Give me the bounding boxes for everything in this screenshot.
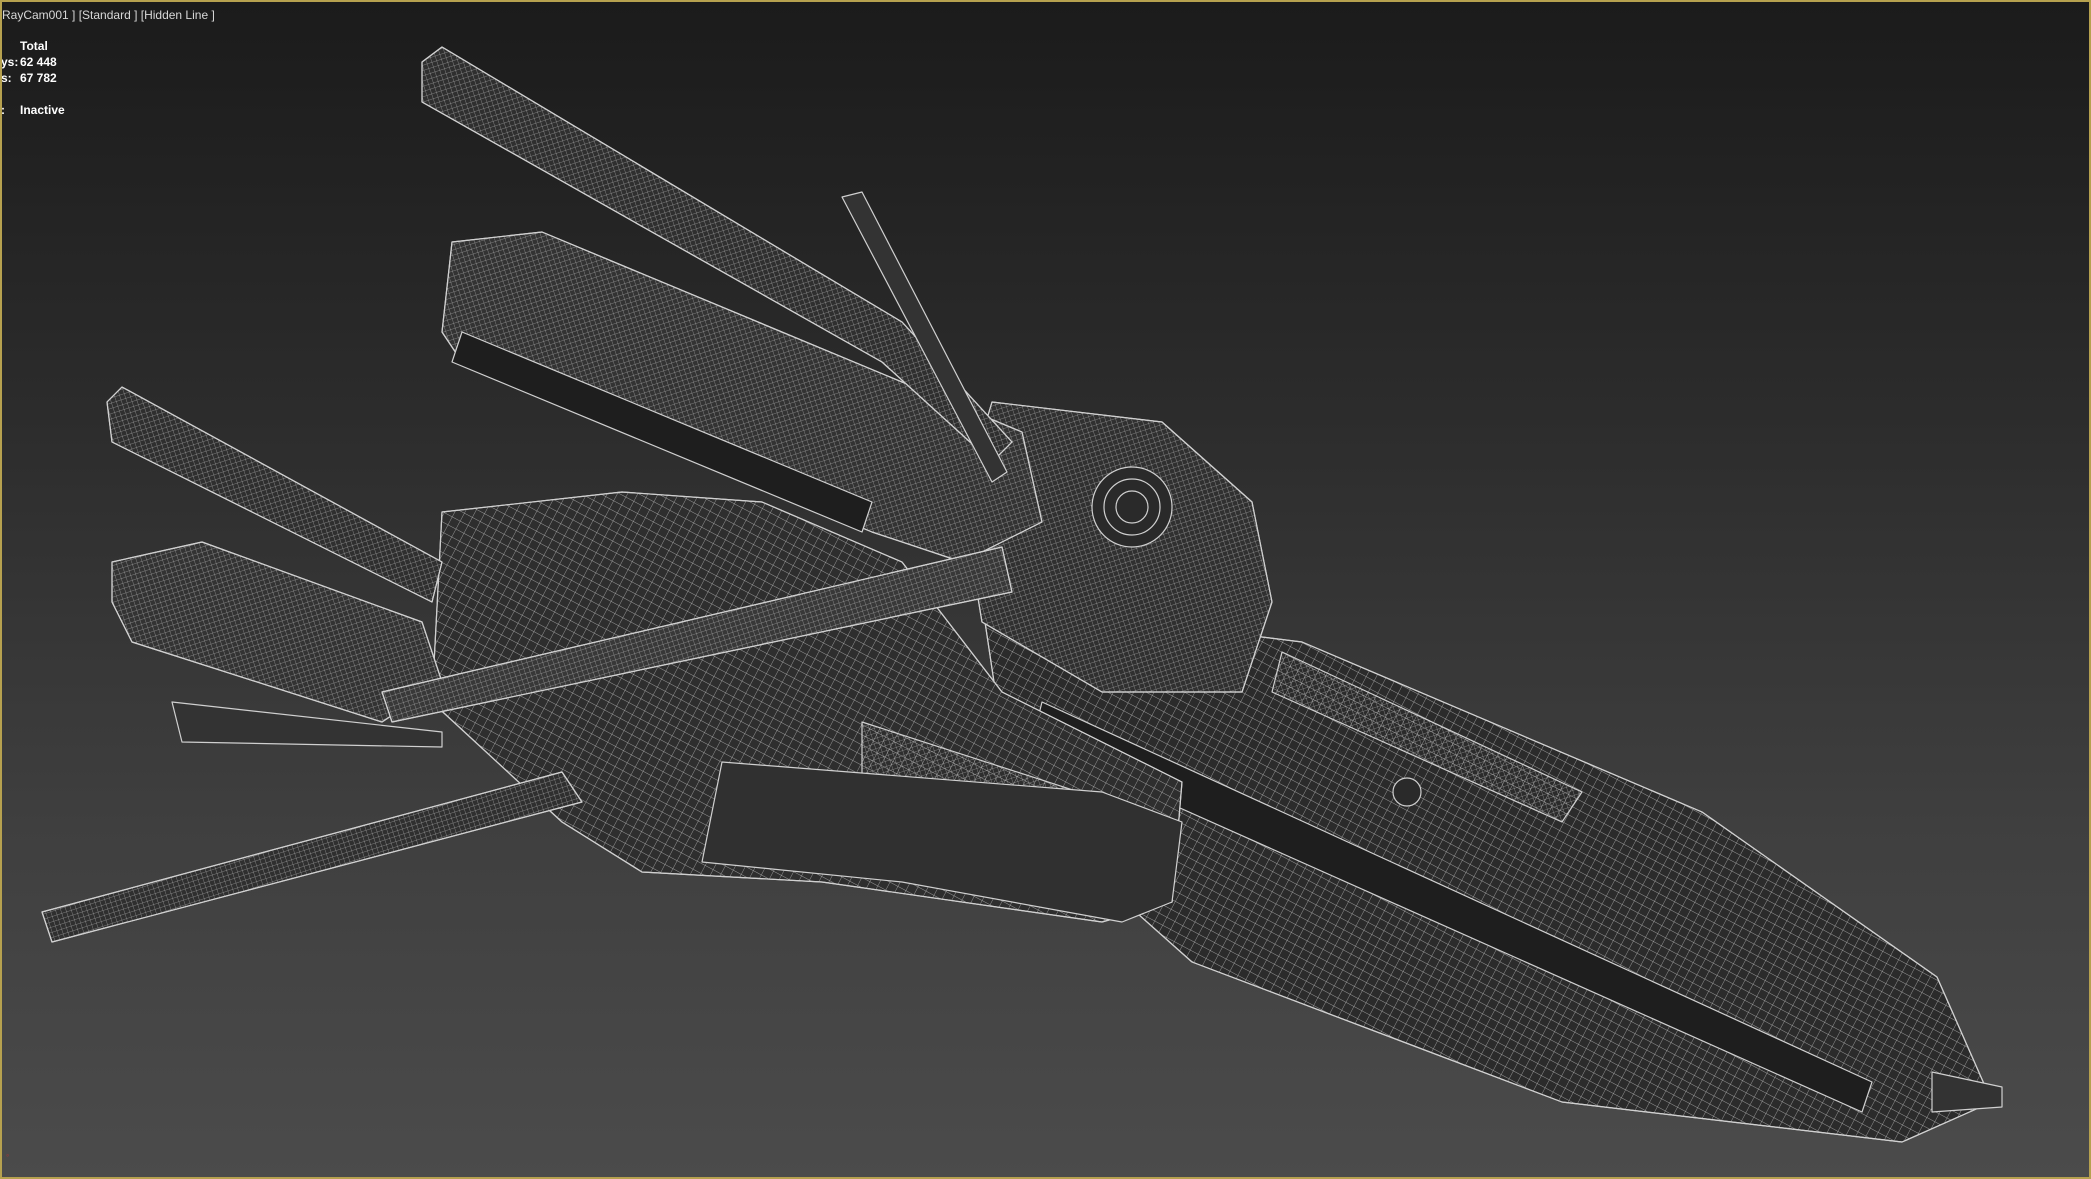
fps-value: Inactive	[20, 103, 65, 117]
polys-key: ys:	[1, 55, 19, 69]
fps-key: :	[1, 103, 5, 117]
polys-value: 62 448	[20, 55, 57, 69]
verts-key: s:	[1, 71, 12, 85]
spaceship-wireframe-model	[41, 46, 2003, 1143]
viewport-label[interactable]: RayCam001 ] [Standard ] [Hidden Line ]	[2, 8, 215, 22]
axis-gizmo-icon: ◦	[6, 1150, 10, 1160]
verts-value: 67 782	[20, 71, 57, 85]
stats-header: Total	[20, 39, 48, 53]
camera-viewport[interactable]: RayCam001 ] [Standard ] [Hidden Line ] T…	[0, 0, 2091, 1179]
